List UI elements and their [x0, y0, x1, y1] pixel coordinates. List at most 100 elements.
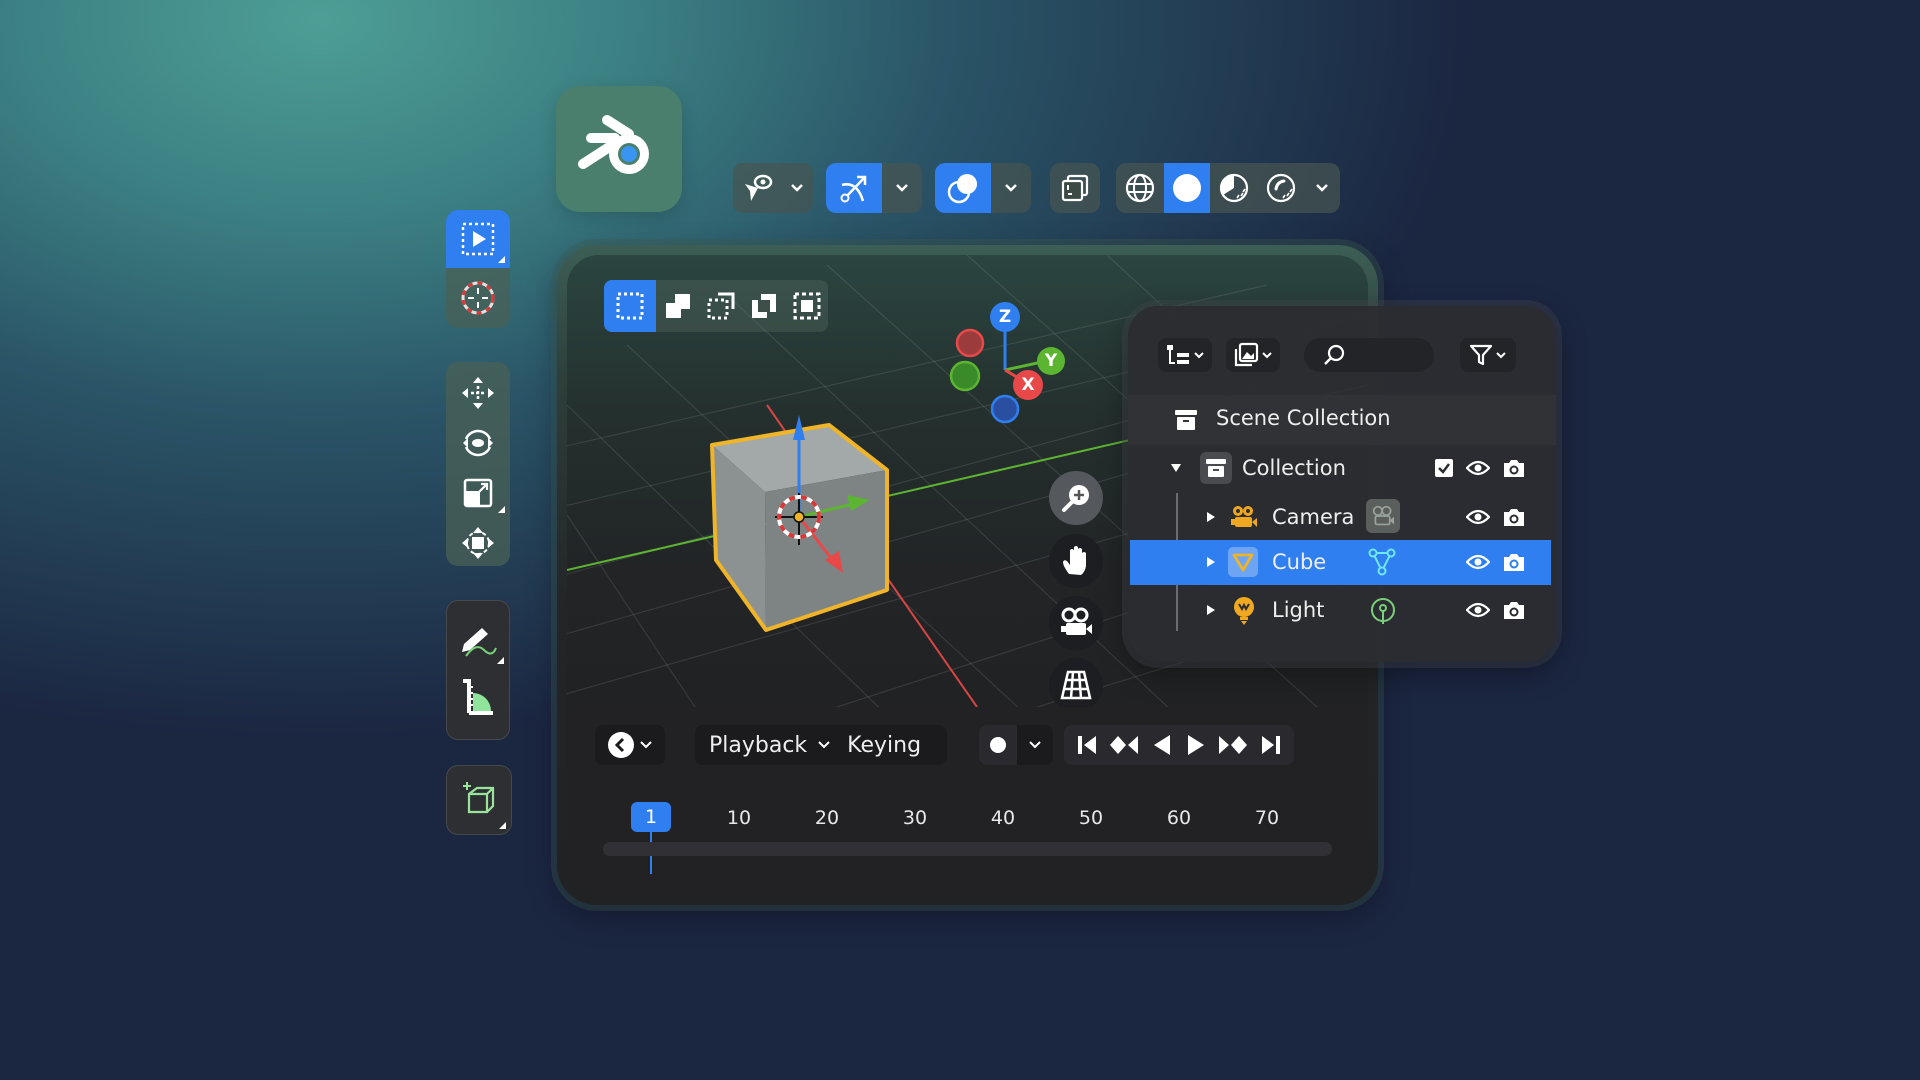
- render-camera-icon[interactable]: [1502, 458, 1526, 478]
- playback-menu[interactable]: Playback: [709, 733, 807, 758]
- timeline-editor: Playback Keying 1 10 20 30 40 50 60 70: [567, 707, 1368, 895]
- invert-selection-button[interactable]: [742, 280, 785, 332]
- submenu-indicator: [497, 657, 504, 664]
- blender-logo: [556, 86, 682, 212]
- frame-label: 60: [1166, 807, 1192, 829]
- eye-icon[interactable]: [1466, 553, 1490, 571]
- transform-tool[interactable]: [446, 518, 510, 566]
- rotate-tool[interactable]: [446, 418, 510, 468]
- set-new-selection-icon: [616, 292, 644, 320]
- measure-tool[interactable]: [447, 669, 509, 725]
- item-toggles: [1466, 552, 1526, 572]
- view-layer-dropdown[interactable]: [1226, 338, 1280, 372]
- navigation-gizmo[interactable]: [949, 317, 1052, 424]
- cursor-tool[interactable]: [446, 268, 510, 328]
- pan-button[interactable]: [1049, 534, 1103, 588]
- render-camera-icon[interactable]: [1502, 600, 1526, 620]
- blender-logo-icon: [578, 115, 649, 174]
- add-object-group: [446, 765, 512, 835]
- chevron-down-icon: [991, 163, 1031, 213]
- mesh-data-icon[interactable]: [1368, 548, 1396, 576]
- expand-toggle-icon[interactable]: [1170, 463, 1182, 473]
- frame-label: 10: [726, 807, 752, 829]
- render-camera-icon[interactable]: [1502, 552, 1526, 572]
- keying-options-dropdown[interactable]: [1017, 725, 1053, 765]
- annotate-tool[interactable]: [447, 613, 509, 669]
- frame-label: 70: [1254, 807, 1280, 829]
- chevron-down-icon: [1194, 352, 1204, 359]
- chevron-down-icon: [1496, 352, 1506, 359]
- expand-toggle-icon[interactable]: [1206, 604, 1216, 616]
- wireframe-shading-button[interactable]: [1116, 163, 1164, 213]
- add-cube-tool[interactable]: [447, 766, 511, 834]
- record-button[interactable]: [979, 736, 1017, 754]
- auto-keying-group: [979, 725, 1053, 765]
- camera-view-button[interactable]: [1049, 596, 1103, 650]
- rendered-shading-button[interactable]: [1258, 163, 1304, 213]
- keying-menu[interactable]: Keying: [847, 733, 921, 758]
- outliner-search-input[interactable]: [1304, 338, 1434, 372]
- eye-icon[interactable]: [1466, 601, 1490, 619]
- measure-icon: [463, 679, 493, 715]
- transform-pivot-dropdown[interactable]: [826, 163, 922, 213]
- jump-start-icon[interactable]: [1076, 734, 1098, 756]
- object-interaction-dropdown[interactable]: [733, 163, 813, 213]
- chevron-down-icon: [640, 741, 652, 749]
- filter-dropdown[interactable]: [1460, 338, 1516, 372]
- play-reverse-icon[interactable]: [1151, 734, 1173, 756]
- transform-icon: [462, 527, 494, 559]
- eye-icon[interactable]: [1466, 459, 1490, 477]
- material-preview-button[interactable]: [1210, 163, 1258, 213]
- prev-keyframe-icon[interactable]: [1109, 734, 1139, 756]
- solid-shading-button[interactable]: [1164, 163, 1210, 213]
- outliner-item-light[interactable]: Light: [1128, 588, 1556, 632]
- overlays-dropdown[interactable]: [935, 163, 1031, 213]
- expand-toggle-icon[interactable]: [1206, 556, 1216, 568]
- chevron-down-icon: [1262, 352, 1272, 359]
- record-icon: [990, 737, 1006, 753]
- item-label: Camera: [1272, 505, 1355, 529]
- select-tools-group: [446, 210, 510, 328]
- display-mode-dropdown[interactable]: [1158, 338, 1212, 372]
- jump-end-icon[interactable]: [1260, 734, 1282, 756]
- timeline-scrubber-track[interactable]: [603, 842, 1332, 856]
- extend-selection-button[interactable]: [656, 280, 699, 332]
- select-box-tool[interactable]: [446, 210, 510, 268]
- render-camera-icon[interactable]: [1502, 507, 1526, 527]
- ortho-grid-button[interactable]: [1049, 658, 1103, 707]
- intersect-selection-button[interactable]: [785, 280, 828, 332]
- expand-toggle-icon[interactable]: [1206, 511, 1216, 523]
- editor-type-dropdown[interactable]: [595, 725, 665, 765]
- camera-view-icon: [1061, 607, 1092, 635]
- eye-icon[interactable]: [1466, 508, 1490, 526]
- move-tool[interactable]: [446, 368, 510, 418]
- gizmo-z-axis[interactable]: Z: [990, 302, 1020, 332]
- frame-label: 20: [814, 807, 840, 829]
- intersect-selection-icon: [793, 292, 820, 320]
- gizmo-y-axis[interactable]: Y: [1037, 347, 1065, 375]
- gizmo-x-axis[interactable]: X: [1013, 370, 1043, 400]
- current-frame-indicator[interactable]: 1: [631, 802, 671, 832]
- item-label: Light: [1272, 598, 1325, 622]
- collection-row[interactable]: Collection: [1128, 446, 1556, 490]
- shading-chevron-down-icon[interactable]: [1304, 163, 1340, 213]
- light-data-icon[interactable]: [1370, 597, 1396, 625]
- select-box-icon: [461, 222, 495, 256]
- subtract-selection-button[interactable]: [699, 280, 742, 332]
- outliner-item-camera[interactable]: Camera: [1128, 495, 1556, 539]
- camera-data-icon[interactable]: [1366, 499, 1400, 533]
- rendered-icon: [1266, 173, 1296, 203]
- scale-tool[interactable]: [446, 468, 510, 518]
- xray-toggle-button[interactable]: [1050, 163, 1100, 213]
- chevron-down-icon: [1029, 741, 1041, 749]
- frame-label: 50: [1078, 807, 1104, 829]
- play-icon[interactable]: [1185, 734, 1207, 756]
- scene-collection-row[interactable]: Scene Collection: [1128, 395, 1556, 445]
- outliner-item-cube[interactable]: Cube: [1130, 540, 1551, 585]
- zoom-button[interactable]: [1049, 471, 1103, 525]
- next-keyframe-icon[interactable]: [1218, 734, 1248, 756]
- set-new-selection-button[interactable]: [604, 280, 656, 332]
- zoom-icon: [1062, 485, 1089, 512]
- checkbox-checked-icon[interactable]: [1434, 458, 1454, 478]
- xray-toggle-icon: [1050, 163, 1100, 213]
